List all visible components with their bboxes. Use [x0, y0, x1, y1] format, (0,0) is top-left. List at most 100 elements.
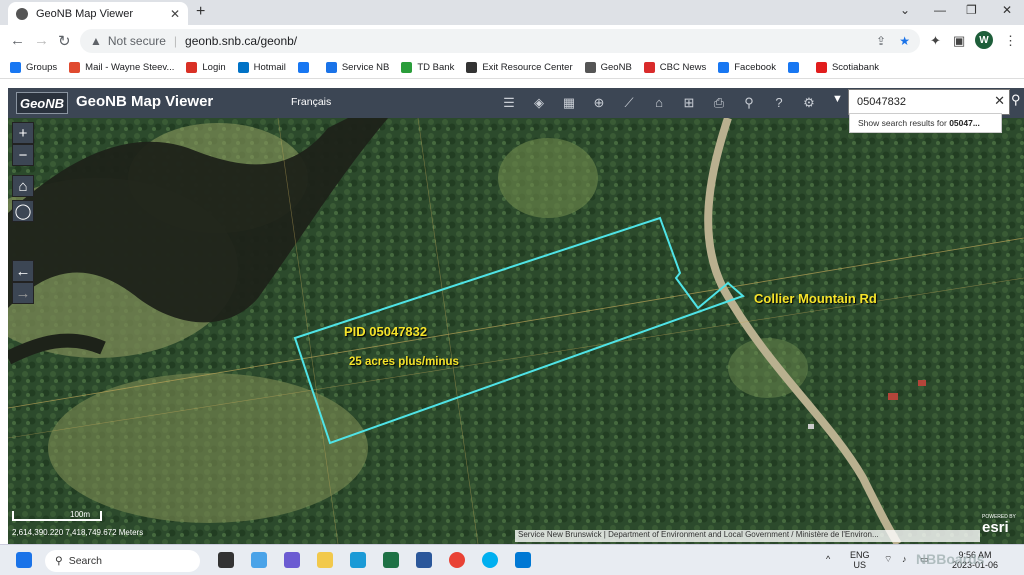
search-icon[interactable]: ⚲	[1011, 92, 1024, 108]
tools-icon[interactable]: ⚙	[800, 94, 818, 112]
coordinate-readout: 2,614,390.220 7,418,749.672 Meters	[12, 528, 144, 537]
clear-search-icon[interactable]: ✕	[994, 93, 1005, 109]
back-extent-icon[interactable]: ←	[12, 260, 34, 282]
suggestion-prefix: Show search results for	[858, 118, 950, 128]
bookmark-map-icon[interactable]: ⊞	[680, 94, 698, 112]
share-icon[interactable]: ⇪	[876, 34, 886, 48]
print-icon[interactable]: ⎙	[710, 94, 728, 112]
word-icon[interactable]	[416, 552, 432, 568]
bookmark-item[interactable]: CBC News	[643, 62, 706, 73]
search-input[interactable]: 05047832 ✕	[848, 89, 1010, 115]
new-tab-button[interactable]: +	[196, 3, 205, 21]
aerial-imagery	[8, 118, 1024, 544]
bookmark-item[interactable]: TD Bank	[401, 62, 454, 73]
bookmark-item[interactable]: Scotiabank	[815, 62, 879, 73]
bookmark-item[interactable]: Login	[186, 62, 226, 73]
bookmark-item[interactable]	[297, 62, 314, 73]
search-value: 05047832	[857, 96, 906, 108]
share-map-icon[interactable]: ⚲	[740, 94, 758, 112]
suggestion-term: 05047...	[949, 118, 980, 128]
browser-tab[interactable]: GeoNB Map Viewer ✕	[8, 2, 188, 25]
bookmark-item[interactable]: Service NB	[325, 62, 390, 73]
volume-icon[interactable]: ♪	[902, 554, 907, 564]
measure-icon[interactable]: ⟋	[620, 94, 638, 112]
bookmark-label: GeoNB	[600, 62, 632, 73]
bookmarks-bar: Groups Mail - Wayne Steev... Login Hotmail S…	[0, 57, 1024, 79]
star-icon[interactable]: ★	[899, 34, 910, 48]
taskbar-search-label: Search	[68, 555, 102, 567]
zoom-in-button[interactable]: +	[12, 122, 34, 144]
file-explorer-icon[interactable]	[317, 552, 333, 568]
bookmark-item[interactable]: Groups	[10, 62, 57, 73]
globe-icon	[16, 7, 28, 20]
bookmark-item[interactable]: Mail - Wayne Steev...	[69, 62, 174, 73]
back-arrow-icon[interactable]: ←	[10, 32, 25, 49]
map-canvas[interactable]: + − ⌂ ◯ ← → PID 05047832 25 acres plus/m…	[8, 118, 1024, 544]
help-icon[interactable]: ?	[770, 94, 788, 112]
warning-icon: ▲	[90, 34, 102, 48]
home-icon[interactable]: ⌂	[12, 175, 34, 197]
weather-icon[interactable]	[251, 552, 267, 568]
bookmark-label: Login	[202, 62, 226, 73]
list-icon[interactable]: ☰	[500, 94, 518, 112]
avatar[interactable]: W	[975, 31, 993, 49]
bookmark-label: TD Bank	[417, 62, 455, 73]
security-label: Not secure	[107, 34, 166, 48]
bookmark-favicon-icon	[584, 62, 596, 73]
cap-icon[interactable]: ⌂	[650, 94, 668, 112]
edge-icon[interactable]	[350, 552, 366, 568]
bookmark-label: Mail - Wayne Steev...	[85, 62, 175, 73]
bookmark-favicon-icon	[237, 62, 249, 73]
sidepanel-icon[interactable]: ▣	[953, 33, 965, 49]
chevron-down-icon[interactable]: ⌄	[900, 3, 910, 17]
taskbar-search[interactable]: ⚲ Search	[45, 550, 200, 572]
chrome-icon[interactable]	[449, 552, 465, 568]
esri-logo: esri	[982, 519, 1009, 536]
watermark: NBBoards	[916, 551, 985, 567]
language-toggle[interactable]: Français	[291, 96, 331, 108]
forward-extent-icon[interactable]: →	[12, 282, 34, 304]
windows-start-icon[interactable]	[16, 552, 32, 568]
bookmark-item[interactable]: Hotmail	[237, 62, 286, 73]
minimize-button[interactable]: —	[934, 3, 946, 17]
restore-button[interactable]: ❐	[966, 3, 977, 17]
search-suggestion[interactable]: Show search results for 05047...	[849, 113, 1002, 133]
layers-icon[interactable]: ◈	[530, 94, 548, 112]
url-bar[interactable]: ▲ Not secure | geonb.snb.ca/geonb/ ⇪ ★	[80, 29, 920, 53]
search-icon-taskbar: ⚲	[55, 555, 63, 567]
bookmark-favicon-icon	[466, 62, 478, 73]
url-separator: |	[173, 34, 178, 48]
bookmark-favicon-icon	[10, 62, 21, 73]
globe-tool-icon[interactable]: ⊕	[590, 94, 608, 112]
lang-bottom: US	[853, 560, 867, 570]
teams-icon[interactable]	[284, 552, 300, 568]
extensions-icon[interactable]: ✦	[930, 33, 941, 49]
bookmark-label: Service NB	[341, 62, 390, 73]
bookmark-item[interactable]: GeoNB	[584, 62, 632, 73]
skype-icon[interactable]	[482, 552, 498, 568]
chevron-up-icon[interactable]: ^	[826, 554, 830, 564]
zoom-out-button[interactable]: −	[12, 144, 34, 166]
bookmark-item[interactable]: Facebook	[718, 62, 776, 73]
bookmark-item[interactable]	[787, 62, 804, 73]
bookmark-favicon-icon	[787, 62, 799, 73]
wifi-icon[interactable]: ⌔	[884, 554, 892, 564]
bookmark-item[interactable]: Exit Resource Center	[466, 62, 573, 73]
language-indicator[interactable]: ENG US	[850, 550, 870, 570]
excel-icon[interactable]	[383, 552, 399, 568]
reload-icon[interactable]: ↻	[58, 32, 71, 50]
search-type-dropdown-icon[interactable]: ▼	[832, 93, 843, 105]
task-view-icon[interactable]	[218, 552, 234, 568]
close-tab-icon[interactable]: ✕	[170, 7, 180, 21]
locate-icon[interactable]: ◯	[12, 200, 34, 222]
browser-tab-strip: GeoNB Map Viewer ✕ + ⌄ — ❐ ✕	[0, 0, 1024, 25]
area-label: 25 acres plus/minus	[349, 356, 459, 368]
bookmark-favicon-icon	[401, 62, 413, 73]
close-window-button[interactable]: ✕	[1002, 3, 1012, 17]
map-icon[interactable]: ▦	[560, 94, 578, 112]
bookmark-favicon-icon	[325, 62, 337, 73]
url-text: geonb.snb.ca/geonb/	[185, 34, 298, 48]
forward-arrow-icon[interactable]: →	[34, 32, 49, 49]
outlook-icon[interactable]	[515, 552, 531, 568]
menu-icon[interactable]: ⋮	[1004, 33, 1017, 49]
